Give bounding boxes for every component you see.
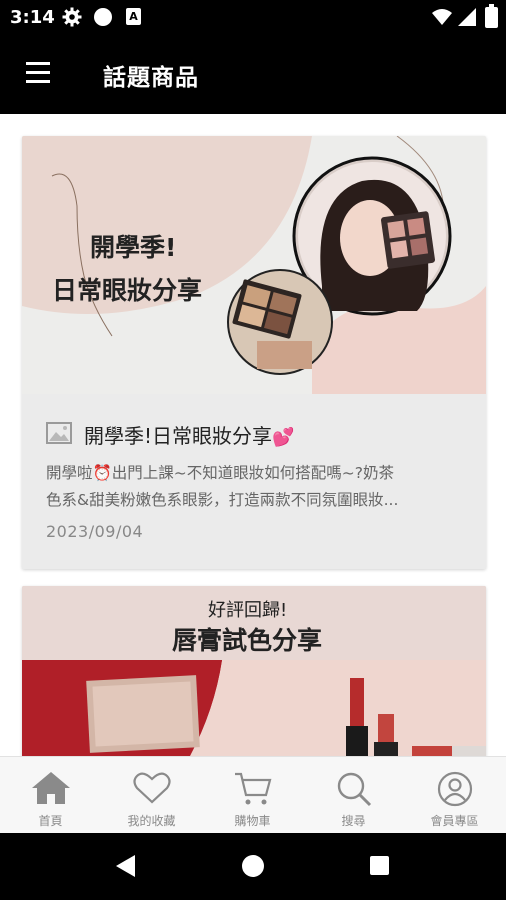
article-title: 開學季!日常眼妝分享💕 [84, 420, 294, 449]
nav-label: 購物車 [234, 814, 271, 828]
status-bar: 3:14 A [0, 0, 506, 34]
wifi-icon [432, 8, 452, 30]
recents-square-icon[interactable] [370, 856, 389, 875]
nav-favorites[interactable]: 我的收藏 [101, 757, 202, 834]
article-description-line: 開學啦⏰出門上課~不知道眼妝如何搭配嗎~?奶茶 [46, 464, 395, 482]
article-date: 2023/09/04 [46, 522, 144, 541]
nav-home[interactable]: 首頁 [0, 757, 101, 834]
article-description: 開學啦⏰出門上課~不知道眼妝如何搭配嗎~?奶茶 色系&甜美粉嫩色系眼影，打造兩款… [46, 460, 462, 514]
nav-search[interactable]: 搜尋 [303, 757, 404, 834]
article-card[interactable]: 好評回歸! 唇膏試色分享 [22, 586, 486, 756]
article-card-body: 開學季!日常眼妝分享💕 開學啦⏰出門上課~不知道眼妝如何搭配嗎~?奶茶 色系&甜… [22, 394, 486, 569]
banner-headline-1: 好評回歸! [208, 600, 288, 621]
banner-headline-2: 唇膏試色分享 [172, 626, 323, 655]
bottom-navigation: 首頁 我的收藏 購物車 搜尋 會員專區 [0, 756, 506, 834]
article-description-line: 色系&甜美粉嫩色系眼影，打造兩款不同氛圍眼妝... [46, 491, 399, 509]
gear-icon [62, 7, 82, 31]
signal-icon [458, 8, 476, 30]
back-icon[interactable] [115, 854, 137, 882]
banner-headline-1: 開學季! [90, 233, 177, 262]
home-circle-icon[interactable] [242, 855, 264, 877]
banner-headline-2: 日常眼妝分享 [52, 276, 203, 305]
app-bar: 話題商品 [0, 34, 506, 114]
a-icon: A [126, 8, 141, 25]
nav-label: 首頁 [38, 814, 63, 828]
nav-label: 我的收藏 [127, 814, 176, 828]
system-navigation-bar [0, 833, 506, 900]
nav-member[interactable]: 會員專區 [404, 757, 505, 834]
heart-icon [132, 771, 171, 809]
article-banner-image: 開學季! 日常眼妝分享 [22, 136, 486, 394]
nav-label: 搜尋 [341, 814, 366, 828]
search-icon [335, 771, 373, 811]
cart-icon [233, 771, 273, 811]
article-title-text: 開學季!日常眼妝分享 [84, 424, 273, 448]
nav-cart[interactable]: 購物車 [202, 757, 303, 834]
content-list[interactable]: 開學季! 日常眼妝分享 開學季!日常眼妝分享💕 開學啦⏰出門上課~不知道眼妝如何… [0, 114, 506, 756]
article-banner-image: 好評回歸! 唇膏試色分享 [22, 586, 486, 756]
status-time: 3:14 [10, 7, 55, 28]
battery-icon [485, 4, 498, 28]
hamburger-menu-icon[interactable] [26, 62, 52, 84]
user-icon [437, 771, 473, 811]
image-icon [46, 422, 72, 448]
hearts-emoji: 💕 [272, 427, 295, 448]
page-title: 話題商品 [103, 65, 199, 91]
article-card[interactable]: 開學季! 日常眼妝分享 開學季!日常眼妝分享💕 開學啦⏰出門上課~不知道眼妝如何… [22, 136, 486, 569]
nav-label: 會員專區 [430, 814, 479, 828]
home-icon [31, 771, 71, 809]
circle-icon [94, 8, 112, 26]
